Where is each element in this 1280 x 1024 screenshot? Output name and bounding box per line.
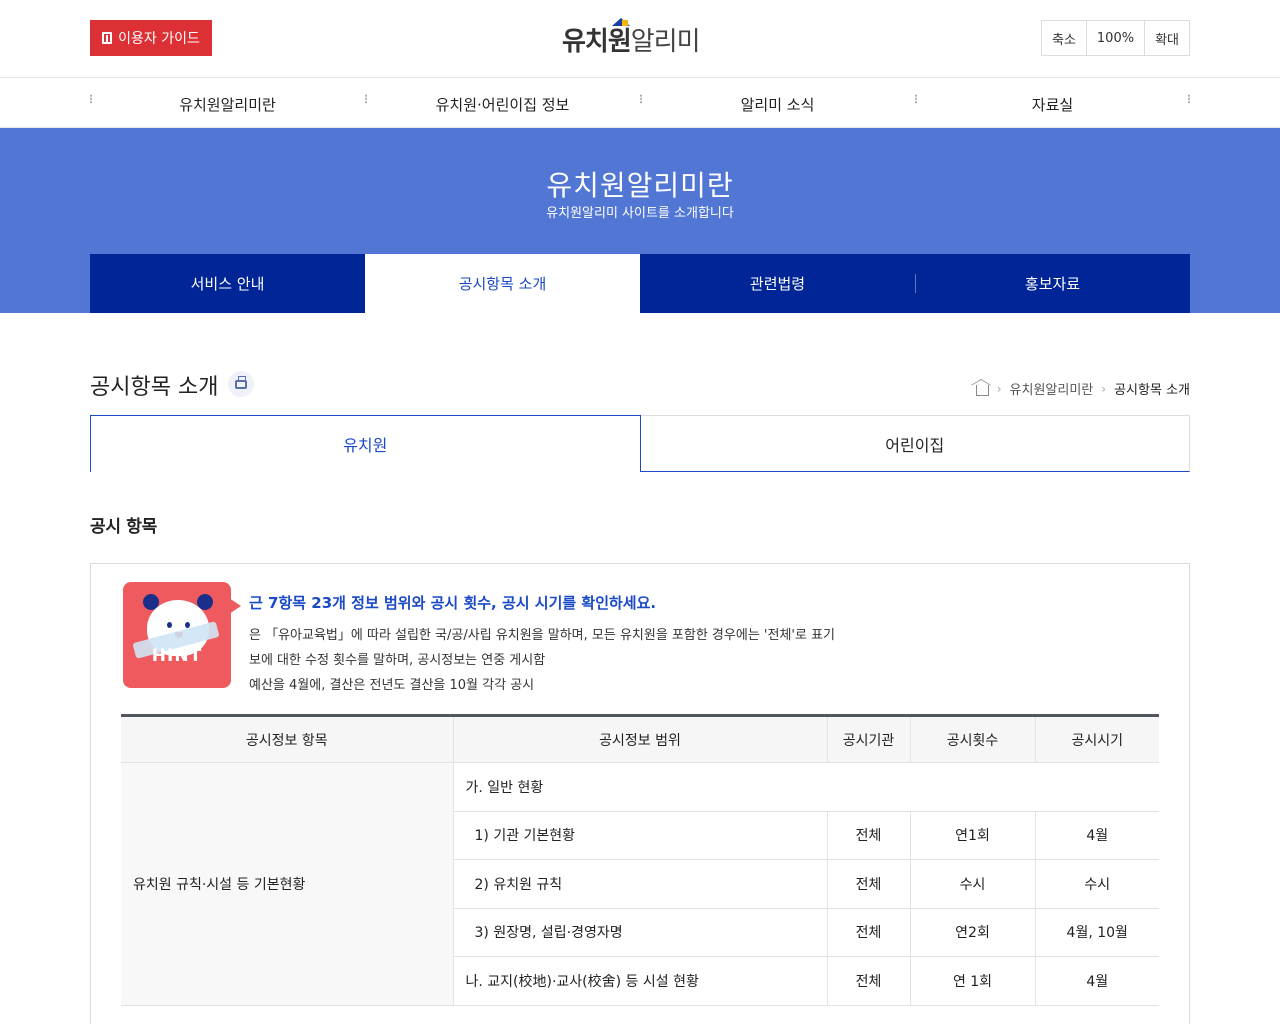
- count-cell: 연2회: [909, 908, 1035, 957]
- list-item: 보에 대한 수정 횟수를 말하며, 공시정보는 연중 게시함: [249, 653, 546, 668]
- gnb-item-info[interactable]: 유치원·어린이집 정보: [365, 78, 640, 128]
- scope-cell: 2) 유치원 규칙: [452, 859, 827, 909]
- chevron-right-icon: ›: [1101, 381, 1107, 396]
- disclosure-table: 공시정보 항목 공시정보 범위 공시기관 공시횟수 공시시기 유치원 규칙·시설…: [121, 714, 1159, 1006]
- page-header: 공시항목 소개 › 유치원알리미란 › 공시항목 소개: [90, 369, 1190, 421]
- gnb-item-label: 유치원알리미란: [179, 95, 276, 114]
- column-header: 공시횟수: [909, 715, 1035, 763]
- section-title: 공시 항목: [90, 517, 157, 537]
- tab-daycare[interactable]: 어린이집: [640, 415, 1190, 472]
- zoom-out-button[interactable]: 축소: [1042, 21, 1086, 55]
- printer-icon: [235, 375, 247, 389]
- zoom-in-button[interactable]: 확대: [1144, 21, 1189, 55]
- scope-cell: 1) 기관 기본현황: [452, 811, 827, 860]
- lead-text: 근 7항목 23개 정보 범위와 공시 횟수, 공시 시기를 확인하세요.: [249, 594, 657, 612]
- list-item: 은 「유아교육법」에 따라 설립한 국/공/사립 유치원을 말하며, 모든 유치…: [249, 628, 835, 643]
- banner-subtitle: 유치원알리미 사이트를 소개합니다: [546, 206, 734, 221]
- divider-dots: [90, 94, 92, 104]
- divider-dots: [640, 94, 642, 104]
- scope-cell: 3) 원장명, 설립·경영자명: [452, 908, 827, 957]
- list-item: 예산을 4월에, 결산은 전년도 결산을 10월 각각 공시: [249, 678, 535, 693]
- banner-title: 유치원알리미란: [546, 169, 734, 202]
- org-cell: 전체: [826, 908, 910, 957]
- global-nav: 유치원알리미란 유치원·어린이집 정보 알리미 소식 자료실: [0, 78, 1280, 128]
- org-cell: 전체: [826, 956, 910, 1006]
- zoom-control: 축소 100% 확대: [1040, 20, 1190, 56]
- page-title: 공시항목 소개: [90, 375, 219, 400]
- top-header: 이용자 가이드 유치원 알리미 축소 100% 확대: [0, 0, 1280, 78]
- logo-text-bold: 유치원: [562, 27, 632, 57]
- count-cell: 수시: [909, 859, 1035, 909]
- tab-promotion[interactable]: 홍보자료: [915, 254, 1190, 313]
- tab-service-guide[interactable]: 서비스 안내: [90, 254, 365, 313]
- column-header: 공시시기: [1034, 715, 1159, 763]
- breadcrumb-current: 공시항목 소개: [1114, 383, 1190, 398]
- gnb-item-about[interactable]: 유치원알리미란: [90, 78, 365, 128]
- scope-cell: 나. 교지(校地)·교사(校舍) 등 시설 현황: [452, 956, 827, 1006]
- when-cell: 수시: [1034, 859, 1159, 909]
- mascot-eye: [167, 622, 172, 628]
- site-logo[interactable]: 유치원 알리미: [562, 18, 701, 58]
- table-header-row: 공시정보 항목 공시정보 범위 공시기관 공시횟수 공시시기: [121, 715, 1159, 763]
- divider-dots: [1188, 94, 1190, 104]
- gnb-item-archive[interactable]: 자료실: [915, 78, 1190, 128]
- home-icon[interactable]: [975, 384, 989, 396]
- divider-dots: [365, 94, 367, 104]
- column-header: 공시정보 범위: [452, 715, 827, 763]
- gnb-item-label: 유치원·어린이집 정보: [435, 95, 570, 114]
- count-cell: 연 1회: [909, 956, 1035, 1006]
- count-cell: 연1회: [909, 811, 1035, 860]
- divider-dots: [915, 94, 917, 104]
- print-button[interactable]: [228, 371, 254, 397]
- book-icon: [102, 32, 113, 44]
- hint-label: HINT: [151, 646, 203, 666]
- disclosure-box: 근 7항목 23개 정보 범위와 공시 횟수, 공시 시기를 확인하세요. 은 …: [90, 563, 1190, 1024]
- tab-disclosure-items[interactable]: 공시항목 소개: [365, 254, 640, 313]
- user-guide-button[interactable]: 이용자 가이드: [90, 20, 212, 56]
- breadcrumb: › 유치원알리미란 › 공시항목 소개: [975, 379, 1190, 398]
- gnb-item-label: 자료실: [1031, 95, 1074, 114]
- when-cell: 4월: [1034, 956, 1159, 1006]
- institution-tabs: 유치원 어린이집: [90, 415, 1190, 472]
- zoom-level: 100%: [1085, 21, 1144, 55]
- group-cell: 가. 일반 현황: [452, 762, 1159, 812]
- visual-banner: 유치원알리미란 유치원알리미 사이트를 소개합니다 서비스 안내 공시항목 소개…: [0, 128, 1280, 313]
- column-header: 공시기관: [826, 715, 910, 763]
- user-guide-label: 이용자 가이드: [118, 31, 200, 47]
- org-cell: 전체: [826, 811, 910, 860]
- gnb-item-news[interactable]: 알리미 소식: [640, 78, 915, 128]
- column-header: 공시정보 항목: [121, 715, 453, 763]
- table-row: 유치원 규칙·시설 등 기본현황 가. 일반 현황: [121, 762, 1159, 1006]
- when-cell: 4월, 10월: [1034, 908, 1159, 957]
- flag-icon: [622, 20, 628, 26]
- chevron-right-icon: ›: [996, 381, 1002, 396]
- main-content: 공시항목 소개 › 유치원알리미란 › 공시항목 소개 유치원 어린이집 공시 …: [0, 313, 1280, 1024]
- category-cell: 유치원 규칙·시설 등 기본현황: [121, 762, 453, 1006]
- when-cell: 4월: [1034, 811, 1159, 860]
- hint-mascot-button[interactable]: HINT: [123, 582, 241, 688]
- tab-kindergarten[interactable]: 유치원: [90, 415, 641, 472]
- gnb-item-label: 알리미 소식: [740, 95, 815, 114]
- logo-text-light: 알리미: [630, 27, 701, 57]
- breadcrumb-item[interactable]: 유치원알리미란: [1010, 379, 1094, 398]
- sub-nav: 서비스 안내 공시항목 소개 관련법령 홍보자료: [90, 254, 1190, 313]
- notes-list: 은 「유아교육법」에 따라 설립한 국/공/사립 유치원을 말하며, 모든 유치…: [121, 623, 1159, 698]
- tab-related-laws[interactable]: 관련법령: [640, 254, 915, 313]
- org-cell: 전체: [826, 859, 910, 909]
